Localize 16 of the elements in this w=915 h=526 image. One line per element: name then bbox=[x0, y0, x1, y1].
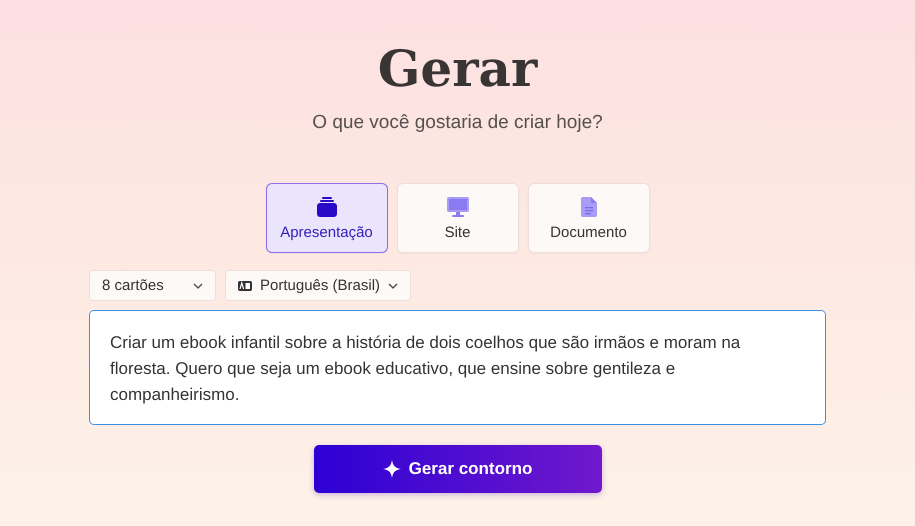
dropdown[interactable]: Português (Brasil) bbox=[225, 270, 412, 301]
chevron-down-icon bbox=[193, 282, 203, 288]
monitor-icon bbox=[446, 196, 470, 218]
dropdown[interactable]: 8 cartões bbox=[89, 270, 216, 301]
type-tab[interactable]: Documento bbox=[528, 183, 650, 253]
type-tab[interactable]: Site bbox=[396, 183, 518, 253]
generate-button[interactable]: Gerar contorno bbox=[314, 445, 602, 493]
prompt-field[interactable]: Criar um ebook infantil sobre a história de dois coelhos que são irmãos e moram na floresta. Quero que seja um ebook educativo, que ensine sobre gentileza e companheirismo. bbox=[89, 310, 826, 425]
sparkle-icon bbox=[382, 460, 401, 478]
chevron-down-icon bbox=[388, 282, 398, 288]
page-subtitle: O que você gostaria de criar hoje? bbox=[312, 112, 603, 134]
stack-icon bbox=[316, 196, 338, 218]
type-tab[interactable]: Apresentação bbox=[266, 183, 388, 253]
document-icon bbox=[580, 196, 598, 218]
language-icon bbox=[238, 280, 252, 290]
page-title: Gerar bbox=[378, 38, 538, 100]
